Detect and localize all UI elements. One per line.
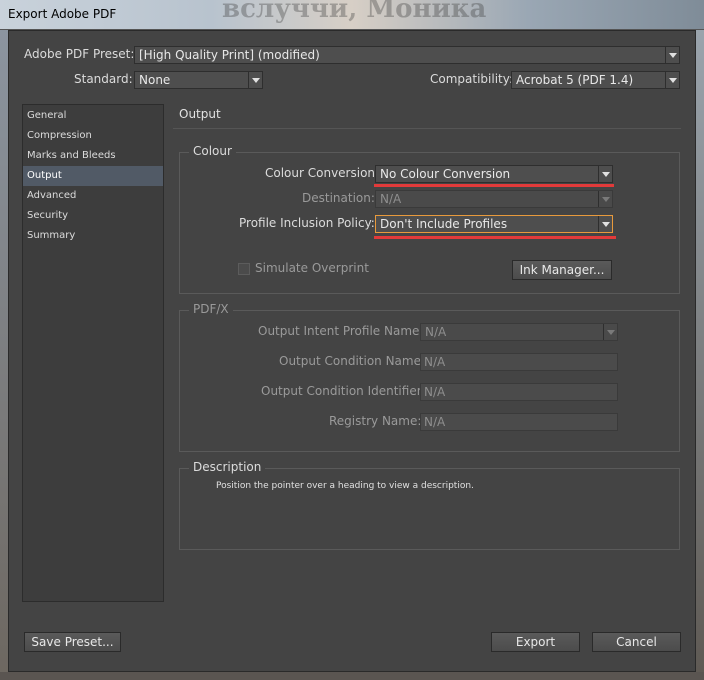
compatibility-dropdown[interactable]: Acrobat 5 (PDF 1.4) (511, 71, 680, 89)
chevron-down-icon (665, 47, 679, 63)
output-intent-dropdown[interactable]: N/A (420, 323, 618, 341)
preset-value: [High Quality Print] (modified) (139, 48, 320, 62)
description-text: Position the pointer over a heading to v… (216, 481, 474, 491)
output-intent-label: Output Intent Profile Name: (258, 324, 424, 338)
chevron-down-icon (598, 191, 612, 207)
sidebar-item-output[interactable]: Output (23, 166, 163, 186)
window-title: Export Adobe PDF (8, 7, 117, 21)
ink-manager-button[interactable]: Ink Manager... (512, 260, 612, 280)
page-title: Output (179, 107, 221, 121)
sidebar: General Compression Marks and Bleeds Out… (22, 104, 164, 602)
colour-conversion-label: Colour Conversion: (265, 166, 380, 180)
sidebar-item-general[interactable]: General (23, 106, 163, 126)
destination-value: N/A (380, 192, 402, 206)
description-group-title: Description (189, 460, 266, 474)
chevron-down-icon (598, 166, 612, 182)
highlight-underline (374, 184, 614, 187)
sidebar-item-security[interactable]: Security (23, 206, 163, 226)
window-frame-bottom (0, 672, 704, 680)
preset-dropdown[interactable]: [High Quality Print] (modified) (134, 46, 680, 64)
colour-group-title: Colour (189, 144, 236, 158)
compatibility-value: Acrobat 5 (PDF 1.4) (516, 73, 634, 87)
standard-dropdown[interactable]: None (134, 71, 263, 89)
export-button[interactable]: Export (491, 632, 580, 652)
header-divider (173, 128, 681, 129)
sidebar-item-advanced[interactable]: Advanced (23, 186, 163, 206)
chevron-down-icon (603, 324, 617, 340)
pdfx-group-title: PDF/X (189, 302, 233, 316)
colour-conversion-dropdown[interactable]: No Colour Conversion (375, 165, 613, 183)
preset-label: Adobe PDF Preset: (24, 47, 135, 61)
standard-value: None (139, 73, 171, 87)
chevron-down-icon (665, 72, 679, 88)
title-bar: вслуччи, Моника Export Adobe PDF (0, 0, 704, 30)
window-frame-right (696, 30, 704, 680)
highlight-underline (374, 236, 616, 239)
chevron-down-icon (248, 72, 262, 88)
standard-label: Standard: (74, 72, 133, 86)
sidebar-item-summary[interactable]: Summary (23, 226, 163, 246)
output-condition-identifier-field[interactable]: N/A (420, 383, 618, 401)
output-intent-value: N/A (425, 325, 447, 339)
registry-name-label: Registry Name: (329, 414, 422, 428)
registry-name-field[interactable]: N/A (420, 413, 618, 431)
chevron-down-icon (598, 216, 612, 232)
destination-label: Destination: (302, 191, 375, 205)
compatibility-label: Compatibility: (430, 72, 514, 86)
output-condition-label: Output Condition Name: (279, 354, 426, 368)
colour-conversion-value: No Colour Conversion (380, 167, 511, 181)
profile-inclusion-label: Profile Inclusion Policy: (239, 216, 375, 230)
profile-inclusion-value: Don't Include Profiles (380, 217, 508, 231)
output-condition-field[interactable]: N/A (420, 353, 618, 371)
save-preset-button[interactable]: Save Preset... (24, 632, 121, 652)
destination-dropdown[interactable]: N/A (375, 190, 613, 208)
cancel-button[interactable]: Cancel (592, 632, 681, 652)
profile-inclusion-dropdown[interactable]: Don't Include Profiles (375, 215, 613, 233)
simulate-overprint-checkbox[interactable] (238, 263, 250, 275)
window-frame-left (0, 30, 8, 680)
output-condition-identifier-label: Output Condition Identifier: (261, 384, 426, 398)
sidebar-item-marks-and-bleeds[interactable]: Marks and Bleeds (23, 146, 163, 166)
simulate-overprint-label: Simulate Overprint (255, 261, 369, 275)
background-document-text: вслуччи, Моника (222, 0, 487, 24)
sidebar-item-compression[interactable]: Compression (23, 126, 163, 146)
